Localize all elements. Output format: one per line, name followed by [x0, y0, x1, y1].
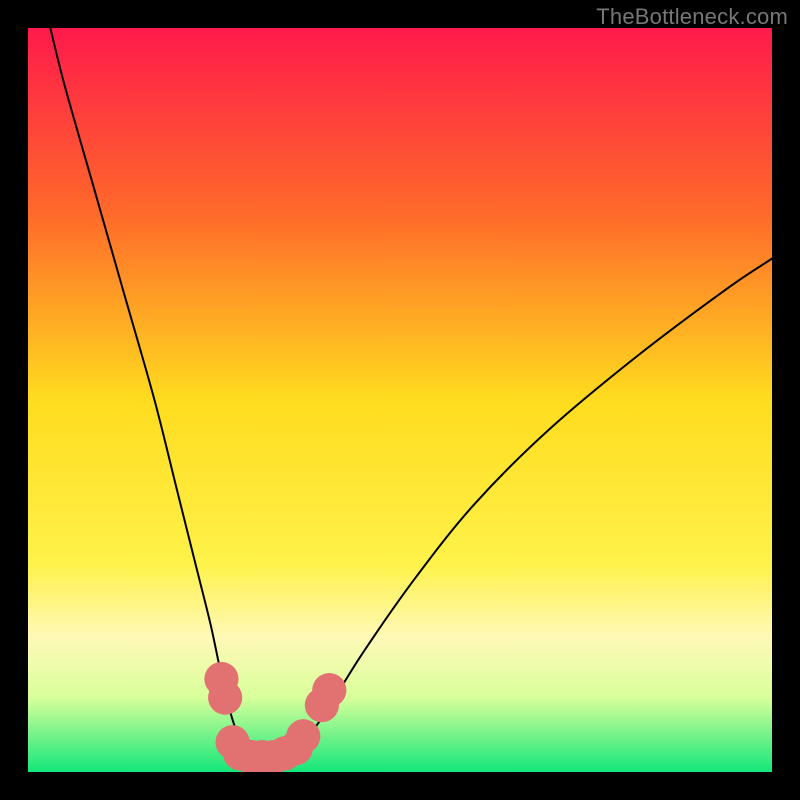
plot-area [28, 28, 772, 772]
watermark-text: TheBottleneck.com [596, 4, 788, 30]
gradient-background [28, 28, 772, 772]
marker-dot [208, 680, 242, 714]
chart-frame: TheBottleneck.com [0, 0, 800, 800]
marker-dot [286, 719, 320, 753]
chart-svg [28, 28, 772, 772]
marker-dot [312, 673, 346, 707]
